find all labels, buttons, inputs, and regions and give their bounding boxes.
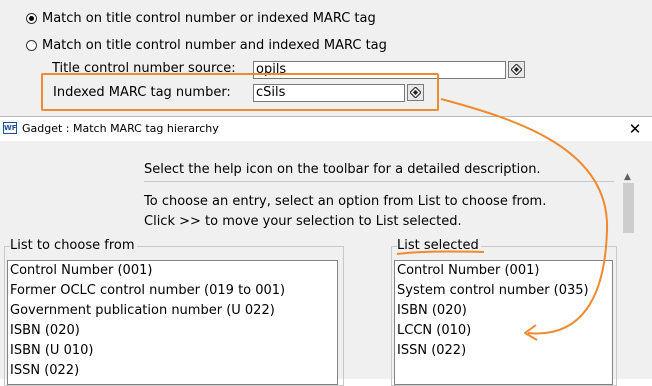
match-marc-dialog: WF Gadget : Match MARC tag hierarchy ✕ S… <box>0 116 652 386</box>
annotation-highlight-box <box>41 73 439 111</box>
instruction-line-2: Click >> to move your selection to List … <box>144 214 462 229</box>
list-item[interactable]: Government publication number (U 022) <box>8 301 337 321</box>
chevron-up-icon[interactable]: ▲ <box>624 172 631 182</box>
list-item[interactable]: ISBN (020) <box>395 301 612 321</box>
list-from-box[interactable]: Control Number (001) Former OCLC control… <box>7 260 338 385</box>
dialog-title: Gadget : Match MARC tag hierarchy <box>22 122 219 135</box>
help-text: Select the help icon on the toolbar for … <box>144 162 541 177</box>
app-icon: WF <box>3 122 17 134</box>
list-item[interactable]: ISBN (020) <box>8 321 337 341</box>
list-item[interactable]: System control number (035) <box>395 281 612 301</box>
scrollbar-thumb[interactable] <box>623 183 634 233</box>
list-from-label: List to choose from <box>10 238 137 253</box>
list-item[interactable]: ISSN (022) <box>395 341 612 361</box>
list-item[interactable]: LCCN (010) <box>395 321 612 341</box>
divider <box>144 181 614 182</box>
list-item[interactable]: ISSN (022) <box>8 361 337 381</box>
instruction-line-1: To choose an entry, select an option fro… <box>144 194 547 209</box>
list-selected-label: List selected <box>397 238 481 253</box>
list-selected-box[interactable]: Control Number (001) System control numb… <box>394 260 613 385</box>
radio-match-or-circle[interactable] <box>26 12 37 24</box>
radio-match-or-label: Match on title control number or indexed… <box>42 10 376 26</box>
close-icon[interactable]: ✕ <box>618 117 652 141</box>
settings-panel: Match on title control number or indexed… <box>0 0 652 120</box>
list-item[interactable]: Former OCLC control number (019 to 001) <box>8 281 337 301</box>
radio-match-and-label: Match on title control number and indexe… <box>42 37 387 53</box>
radio-match-and-circle[interactable] <box>26 39 37 51</box>
radio-match-or[interactable]: Match on title control number or indexed… <box>26 9 376 27</box>
list-item[interactable]: Control Number (001) <box>8 261 337 281</box>
list-item[interactable]: Control Number (001) <box>395 261 612 281</box>
source-lookup-button[interactable] <box>508 61 525 78</box>
radio-match-and[interactable]: Match on title control number and indexe… <box>26 36 387 54</box>
dialog-titlebar[interactable]: WF Gadget : Match MARC tag hierarchy ✕ <box>0 117 652 141</box>
dialog-scrollbar[interactable]: ▲ <box>620 169 637 379</box>
list-item[interactable]: ISBN (U 010) <box>8 341 337 361</box>
lookup-icon <box>511 64 522 75</box>
